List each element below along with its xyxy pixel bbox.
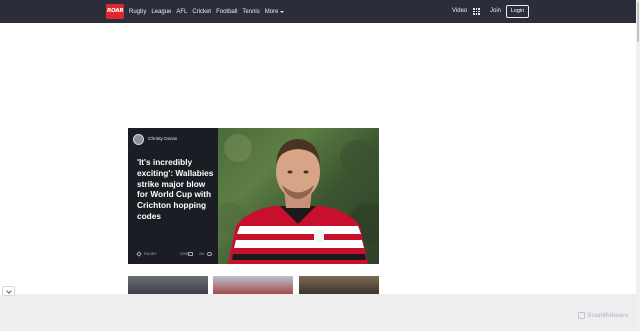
nav-item-cricket[interactable]: Cricket: [192, 9, 211, 15]
author-name[interactable]: Christy Doran: [148, 137, 177, 142]
player-photo-illustration: [218, 134, 379, 264]
nav-more-label: More: [264, 8, 279, 15]
featured-player-photo[interactable]: [218, 128, 379, 264]
nav-item-rugby[interactable]: Rugby: [129, 9, 146, 15]
featured-story-text-panel: Christy Doran 'It's incredibly exciting'…: [128, 128, 218, 264]
top-navigation-bar: ROAR Rugby League AFL Cricket Football T…: [0, 0, 636, 23]
clock-icon: [207, 251, 212, 257]
featured-story-card[interactable]: Christy Doran 'It's incredibly exciting'…: [128, 128, 379, 264]
scanmalware-logo-icon: [578, 312, 585, 319]
video-link[interactable]: Video: [452, 8, 467, 14]
bottom-ad-bar: [0, 294, 636, 331]
published-time: 2hr: [199, 252, 205, 256]
story-meta: RUGBY 2098 2hr: [136, 251, 215, 258]
collapse-ad-button[interactable]: [2, 286, 15, 296]
nav-item-tennis[interactable]: Tennis: [242, 9, 259, 15]
nav-item-league[interactable]: League: [151, 9, 171, 15]
story-card-thumbnail[interactable]: [213, 276, 293, 294]
login-button[interactable]: Login: [506, 5, 529, 18]
nav-item-afl[interactable]: AFL: [176, 9, 187, 15]
page-scrollbar[interactable]: [636, 0, 640, 331]
page: ROAR Rugby League AFL Cricket Football T…: [0, 0, 640, 331]
chevron-down-icon: [280, 10, 285, 13]
comments-count[interactable]: 2098: [180, 252, 188, 256]
tag-icon: [136, 251, 142, 257]
main-nav: Rugby League AFL Cricket Football Tennis…: [129, 0, 289, 23]
apps-grid-icon[interactable]: [473, 8, 480, 15]
category-tag[interactable]: RUGBY: [144, 252, 157, 256]
story-card-thumbnail[interactable]: [299, 276, 379, 294]
comment-icon: [188, 252, 193, 256]
scrollbar-thumb[interactable]: [637, 2, 639, 42]
watermark-text: ScanMalware: [587, 312, 629, 319]
watermark: ScanMalware: [578, 312, 628, 319]
chevron-down-icon: [5, 287, 12, 294]
logo-text: ROAR: [106, 8, 124, 14]
nav-more-menu[interactable]: More: [265, 9, 285, 15]
nav-item-football[interactable]: Football: [216, 9, 237, 15]
roar-logo[interactable]: ROAR: [106, 4, 124, 19]
author-avatar[interactable]: [133, 134, 144, 145]
story-card-thumbnail[interactable]: [128, 276, 208, 294]
featured-headline[interactable]: 'It's incredibly exciting': Wallabies st…: [137, 157, 215, 222]
join-link[interactable]: Join: [490, 8, 501, 14]
